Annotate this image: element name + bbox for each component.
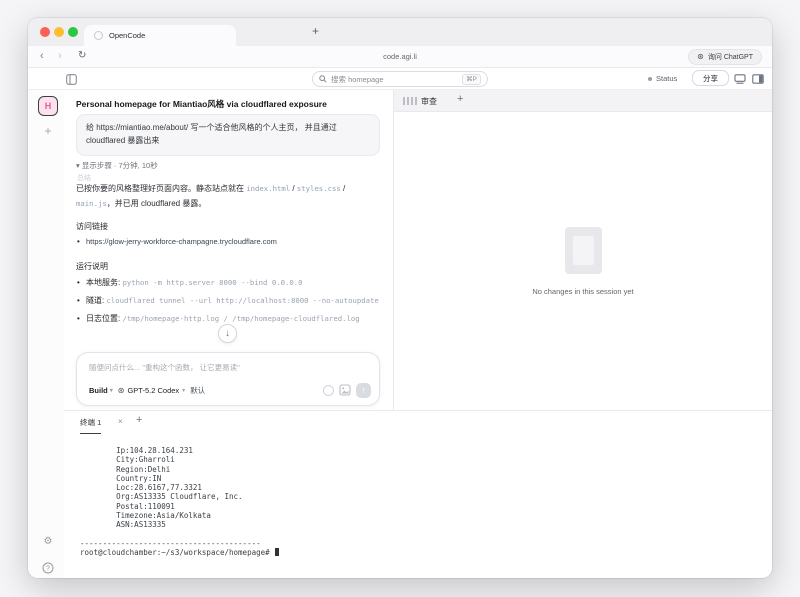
address-bar[interactable]: code.agi.li [28, 52, 772, 61]
show-steps-toggle[interactable]: ▾ 显示步骤 · 7分钟, 10秒 [76, 160, 158, 171]
session-avatar[interactable]: H [38, 96, 58, 116]
profile-selector[interactable]: 默认 [190, 385, 205, 396]
attach-image-icon[interactable] [339, 384, 351, 396]
model-label: GPT-5.2 Codex [127, 386, 179, 395]
run-item-command: cloudflared tunnel --url http://localhos… [106, 296, 378, 305]
svg-text:?: ? [46, 565, 50, 572]
mode-label: Build [89, 386, 108, 395]
run-item-command: python -m http.server 8000 --bind 0.0.0.… [122, 278, 302, 287]
tab-review[interactable]: 审查 [421, 96, 437, 107]
add-terminal-button[interactable]: + [136, 414, 142, 426]
empty-file-placeholder-icon [565, 227, 602, 274]
tunnel-link[interactable]: https://glow-jerry-workforce-champagne.t… [86, 237, 277, 246]
close-terminal-icon[interactable]: × [118, 417, 123, 426]
run-instructions-list: 本地服务: python -m http.server 8000 --bind … [76, 275, 382, 326]
browser-tabstrip: OpenCode + [28, 18, 772, 46]
terminal-cursor [275, 548, 279, 556]
run-item-label: 本地服务: [86, 278, 122, 287]
split-view-icon[interactable] [752, 74, 764, 84]
desktop-icon[interactable] [734, 74, 746, 84]
new-browser-tab-button[interactable]: + [306, 22, 325, 40]
inline-code: styles.css [297, 184, 341, 193]
send-button[interactable]: ↑ [356, 383, 371, 398]
list-item: 本地服务: python -m http.server 8000 --bind … [76, 275, 382, 290]
openai-logo-icon: ⊛ [118, 386, 125, 395]
review-tabbar: 审查 + [394, 90, 772, 112]
scroll-to-bottom-button[interactable]: ↓ [218, 324, 237, 343]
mode-selector[interactable]: Build ▾ [89, 386, 113, 395]
composer-placeholder: 随便问点什么... "重构这个函数， 让它更易读" [89, 362, 240, 373]
voice-record-icon[interactable] [323, 385, 334, 396]
chevron-down-icon: ▾ [182, 387, 185, 394]
avatar-letter: H [45, 101, 52, 111]
share-button[interactable]: 分享 [692, 70, 729, 86]
list-item: https://glow-jerry-workforce-champagne.t… [76, 234, 382, 249]
zoom-window-button[interactable] [68, 27, 78, 37]
summary-text: 已按你要的风格整理好页面内容。静态站点就在 [76, 184, 246, 193]
links-list: https://glow-jerry-workforce-champagne.t… [76, 234, 382, 249]
run-instructions-heading: 运行说明 [76, 261, 108, 272]
user-message: 给 https://miantiao.me/about/ 写一个适合他风格的个人… [76, 114, 380, 156]
session-rail: H + ⚙ ? [28, 90, 64, 578]
summary-text: ，并已用 cloudflared 暴露。 [107, 199, 207, 208]
assistant-summary: 已按你要的风格整理好页面内容。静态站点就在 index.html / style… [76, 181, 380, 211]
terminal-prompt[interactable]: root@cloudchamber:~/s3/workspace/homepag… [80, 548, 279, 557]
list-item: 隧道: cloudflared tunnel --url http://loca… [76, 293, 382, 308]
summary-sep: / [341, 184, 345, 193]
sidebar-toggle-icon[interactable] [66, 74, 77, 85]
run-item-command: /tmp/homepage-http.log [122, 314, 219, 323]
app-header: 搜索 homepage ⌘P Status 分享 [28, 68, 772, 90]
diff-bars-icon [403, 97, 417, 105]
terminal-prompt-text: root@cloudchamber:~/s3/workspace/homepag… [80, 548, 274, 557]
model-selector[interactable]: ⊛ GPT-5.2 Codex ▾ [118, 386, 185, 395]
run-item-sep: / [219, 314, 232, 323]
share-label: 分享 [703, 73, 718, 84]
review-empty-text: No changes in this session yet [532, 287, 633, 296]
minimize-window-button[interactable] [54, 27, 64, 37]
status-label: Status [656, 74, 677, 83]
summary-sep: / [290, 184, 297, 193]
search-icon [319, 75, 327, 83]
run-item-label: 隧道: [86, 296, 106, 305]
review-empty-state: No changes in this session yet [394, 112, 772, 410]
opencode-favicon-icon [94, 31, 103, 40]
status-dot-icon [648, 77, 652, 81]
user-message-text: 给 https://miantiao.me/about/ 写一个适合他风格的个人… [86, 123, 337, 145]
browser-tab-opencode[interactable]: OpenCode [84, 25, 236, 46]
browser-toolbar: ‹ › ↻ code.agi.li ⊛ 询问 ChatGPT [28, 46, 772, 68]
inline-code: index.html [246, 184, 290, 193]
status-indicator[interactable]: Status [648, 74, 677, 83]
run-item-label: 日志位置: [86, 314, 122, 323]
chevron-down-icon: ▾ [110, 387, 113, 394]
links-heading: 访问链接 [76, 221, 108, 232]
browser-tab-title: OpenCode [109, 31, 145, 40]
run-item-command: /tmp/homepage-cloudflared.log [232, 314, 359, 323]
terminal-tabbar: 终端 1 × + [64, 411, 772, 435]
search-shortcut-badge: ⌘P [462, 74, 481, 85]
ask-chatgpt-label: 询问 ChatGPT [708, 52, 753, 62]
inline-code: main.js [76, 199, 107, 208]
ask-chatgpt-button[interactable]: ⊛ 询问 ChatGPT [688, 49, 762, 65]
tab-terminal-1[interactable]: 终端 1 [80, 417, 101, 434]
search-input[interactable]: 搜索 homepage ⌘P [312, 71, 488, 87]
browser-window: OpenCode + ‹ › ↻ code.agi.li ⊛ 询问 ChatGP… [28, 18, 772, 578]
settings-gear-icon[interactable]: ⚙ [38, 536, 58, 547]
chat-composer[interactable]: 随便问点什么... "重构这个函数， 让它更易读" Build ▾ ⊛ GPT-… [76, 352, 380, 406]
composer-controls: Build ▾ ⊛ GPT-5.2 Codex ▾ 默认 ↑ [89, 382, 371, 398]
add-review-tab-button[interactable]: + [457, 93, 463, 105]
conversation-title: Personal homepage for Miantiao风格 via clo… [76, 98, 382, 110]
new-session-button[interactable]: + [38, 124, 58, 138]
help-icon[interactable]: ? [38, 562, 58, 574]
chatgpt-logo-icon: ⊛ [697, 52, 704, 61]
search-placeholder: 搜索 homepage [331, 74, 458, 85]
close-window-button[interactable] [40, 27, 50, 37]
